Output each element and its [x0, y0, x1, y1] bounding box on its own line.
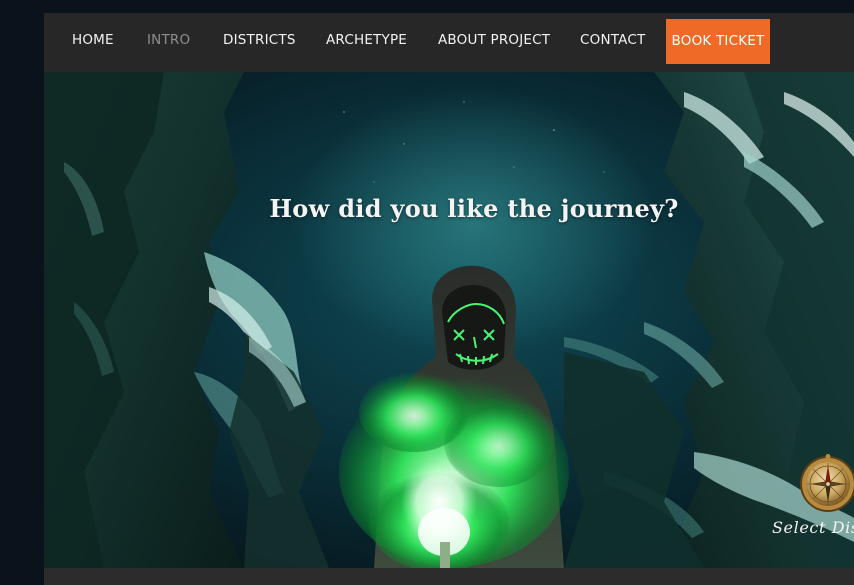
- hero-title: How did you like the journey?: [269, 194, 679, 223]
- select-districts-button[interactable]: Select Districts: [770, 454, 854, 544]
- nav-link-about-project[interactable]: ABOUT PROJECT: [438, 32, 550, 48]
- hero-section: How did you like the journey? Select Di: [44, 72, 854, 568]
- hero-background-image: [44, 72, 854, 568]
- book-ticket-button[interactable]: BOOK TICKET: [666, 19, 770, 64]
- top-navigation: HOME INTRO DISTRICTS ARCHETYPE ABOUT PRO…: [44, 13, 854, 72]
- nav-link-intro[interactable]: INTRO: [147, 32, 190, 48]
- nav-link-archetype[interactable]: ARCHETYPE: [326, 32, 407, 48]
- site-frame: HOME INTRO DISTRICTS ARCHETYPE ABOUT PRO…: [44, 13, 854, 585]
- nav-link-contact[interactable]: CONTACT: [580, 32, 645, 48]
- bottom-bar: [44, 568, 854, 585]
- select-districts-label: Select Districts: [772, 518, 854, 537]
- nav-link-districts[interactable]: DISTRICTS: [223, 32, 296, 48]
- nav-link-home[interactable]: HOME: [72, 32, 114, 48]
- compass-icon: [800, 454, 854, 512]
